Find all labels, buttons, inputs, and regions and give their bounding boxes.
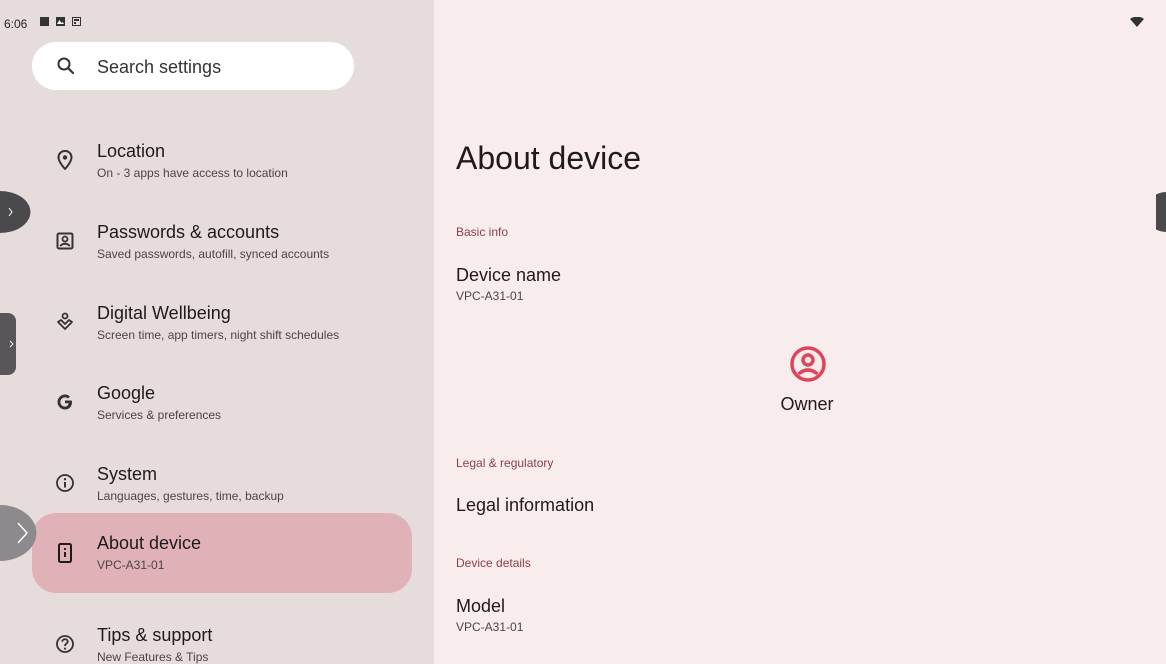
settings-item-subtitle: Saved passwords, autofill, synced accoun… xyxy=(97,247,330,261)
notification-app-icon xyxy=(72,17,81,26)
device-info-icon xyxy=(54,542,76,564)
expand-chevron-handle[interactable] xyxy=(0,505,40,561)
settings-item-title: Passwords & accounts xyxy=(97,222,280,242)
search-placeholder: Search settings xyxy=(97,57,222,77)
device-name-value: VPC-A31-01 xyxy=(456,289,524,303)
right-edge-handle[interactable] xyxy=(1156,192,1166,232)
detail-pane xyxy=(434,0,1166,664)
settings-item-title: System xyxy=(97,464,158,484)
settings-item-tips-support[interactable]: Tips & support New Features & Tips xyxy=(32,605,412,664)
left-edge-handle[interactable] xyxy=(0,191,32,233)
settings-item-subtitle: New Features & Tips xyxy=(97,650,209,664)
search-icon xyxy=(57,57,75,75)
account-circle-icon xyxy=(790,346,826,382)
settings-item-about-device[interactable]: About device VPC-A31-01 xyxy=(32,513,412,593)
settings-item-subtitle: Languages, gestures, time, backup xyxy=(97,489,284,503)
status-time: 6:06 xyxy=(4,17,28,31)
settings-item-google[interactable]: Google Services & preferences xyxy=(32,363,412,443)
status-bar: 6:06 xyxy=(0,0,1166,31)
settings-item-title: About device xyxy=(97,533,202,553)
wifi-icon xyxy=(1130,17,1144,27)
settings-item-digital-wellbeing[interactable]: Digital Wellbeing Screen time, app timer… xyxy=(32,283,412,363)
settings-item-passwords-accounts[interactable]: Passwords & accounts Saved passwords, au… xyxy=(32,202,412,282)
legal-information-item[interactable]: Legal information xyxy=(456,495,594,516)
notification-image-icon xyxy=(56,17,65,26)
section-header-legal: Legal & regulatory xyxy=(456,456,554,470)
settings-item-system[interactable]: System Languages, gestures, time, backup xyxy=(32,444,412,524)
info-circle-icon xyxy=(54,472,76,494)
notification-square-icon xyxy=(40,17,49,26)
section-header-device-details: Device details xyxy=(456,556,531,570)
wellbeing-icon xyxy=(54,311,76,333)
settings-item-title: Tips & support xyxy=(97,625,213,645)
settings-item-title: Location xyxy=(97,141,166,161)
model-label: Model xyxy=(456,596,506,616)
google-g-icon xyxy=(54,391,76,413)
section-header-basic-info: Basic info xyxy=(456,225,509,239)
settings-item-title: Digital Wellbeing xyxy=(97,303,231,323)
account-box-icon xyxy=(54,230,76,252)
model-value: VPC-A31-01 xyxy=(456,620,524,634)
help-circle-icon xyxy=(54,633,76,655)
settings-item-location[interactable]: Location On - 3 apps have access to loca… xyxy=(32,121,412,201)
settings-item-subtitle: VPC-A31-01 xyxy=(97,558,165,572)
settings-item-subtitle: Screen time, app timers, night shift sch… xyxy=(97,328,340,342)
location-pin-icon xyxy=(54,149,76,171)
settings-item-subtitle: Services & preferences xyxy=(97,408,222,422)
settings-item-subtitle: On - 3 apps have access to location xyxy=(97,166,288,180)
search-settings-bar[interactable]: Search settings xyxy=(32,42,354,90)
device-name-label: Device name xyxy=(456,265,562,285)
side-panel-handle[interactable] xyxy=(0,313,16,375)
owner-label: Owner xyxy=(780,394,834,414)
settings-item-title: Google xyxy=(97,383,156,403)
page-title: About device xyxy=(456,140,642,176)
